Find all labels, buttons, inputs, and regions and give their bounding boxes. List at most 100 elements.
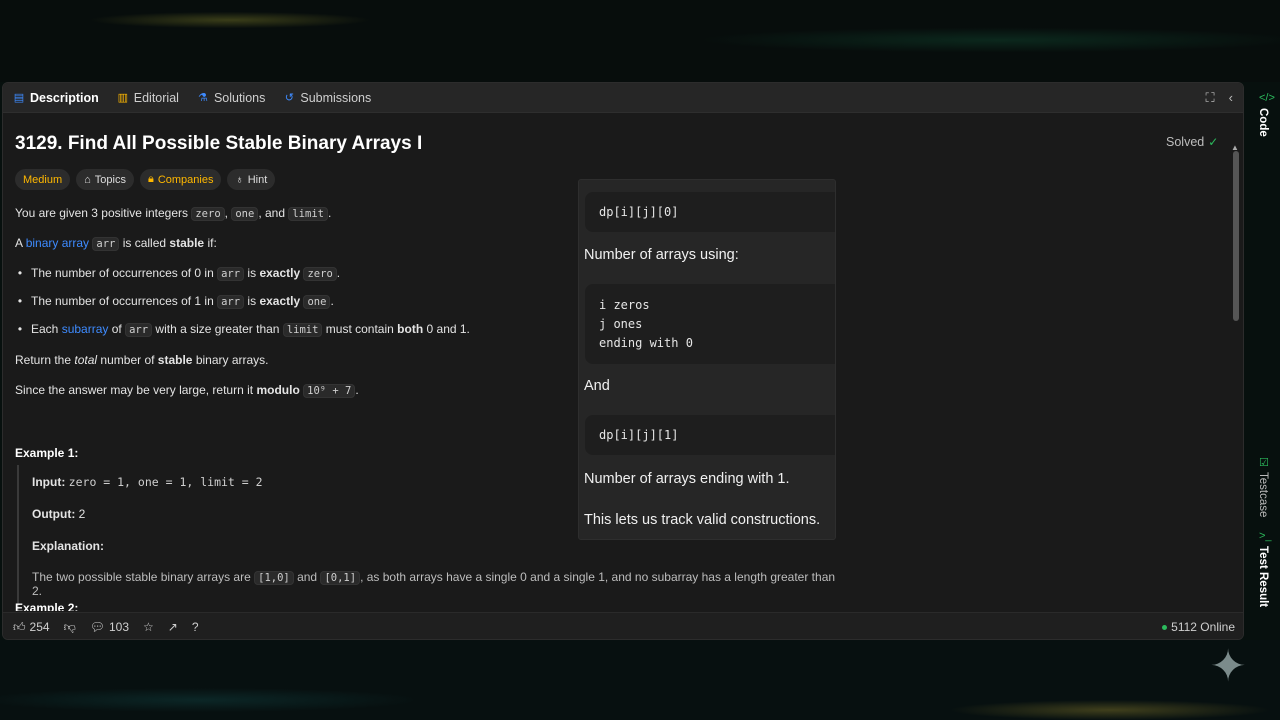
example-1-heading: Example 1: <box>15 446 79 460</box>
code-block-dp0: dp[i][j][0] <box>585 192 835 232</box>
page-title: 3129. Find All Possible Stable Binary Ar… <box>15 133 423 154</box>
like-button[interactable]: 👍︎ 254 <box>13 620 50 635</box>
background-top <box>0 0 1280 82</box>
overlay-text: Number of arrays using: <box>584 247 739 263</box>
code-limit: limit <box>288 207 328 221</box>
right-sidebar: </> Code ☑ Testcase >_ Test Result <box>1248 82 1280 640</box>
fullscreen-icon[interactable]: ⛶ <box>1206 90 1215 106</box>
code-icon: </> <box>1259 92 1275 104</box>
difficulty-label: Medium <box>23 173 63 186</box>
text: Return the <box>15 353 72 367</box>
scrollbar-thumb[interactable] <box>1233 151 1239 321</box>
text: The two possible stable binary arrays ar… <box>32 570 251 584</box>
tab-label: Description <box>30 90 99 105</box>
bullet-dot: • <box>17 266 23 280</box>
code-modulo: 10⁹ + 7 <box>303 384 356 398</box>
code-zero: zero <box>191 207 225 221</box>
bold-text: modulo <box>256 383 300 397</box>
sidebar-tab-code[interactable]: Code <box>1257 108 1269 137</box>
list-item: • The number of occurrences of 0 in arr … <box>15 266 341 281</box>
italic-text: total <box>74 353 98 367</box>
code-array: [1,0] <box>254 571 294 585</box>
tab-submissions[interactable]: ↺ Submissions <box>283 91 371 105</box>
example-explanation-label: Explanation: <box>32 539 104 553</box>
bold-text: stable <box>169 236 205 250</box>
checkbox-icon: ☑ <box>1259 457 1269 469</box>
text: The number of occurrences of 1 in <box>31 294 214 308</box>
tag-icon: ⌂ <box>84 173 91 186</box>
overlay-text: This lets us track valid constructions. <box>584 512 821 528</box>
star-icon: ☆ <box>143 620 154 634</box>
tab-solutions[interactable]: ⚗ Solutions <box>197 91 265 105</box>
return-paragraph: Return the total number of stable binary… <box>15 352 269 368</box>
explanation-label: Explanation: <box>32 539 105 553</box>
input-value: zero = 1, one = 1, limit = 2 <box>68 475 263 489</box>
document-icon: ▤ <box>13 92 25 104</box>
text: , <box>224 206 228 220</box>
comment-icon: 💬︎ <box>89 620 105 634</box>
code-text: i zeros j ones ending with 0 <box>599 298 693 350</box>
code-one: one <box>231 207 259 221</box>
bold-text: both <box>397 322 424 336</box>
text: is <box>247 294 257 308</box>
collapse-icon[interactable]: ‹ <box>1229 90 1233 106</box>
lightbulb-icon: ♁ <box>235 173 244 186</box>
text: , and <box>258 206 286 220</box>
tab-editorial[interactable]: ▥ Editorial <box>117 91 179 105</box>
difficulty-badge: Medium <box>15 169 71 190</box>
binary-array-link[interactable]: binary array <box>26 236 89 250</box>
flask-icon: ⚗ <box>198 92 208 104</box>
companies-button[interactable]: 🔒︎ Companies <box>139 169 222 190</box>
text: 0 and 1. <box>426 322 470 336</box>
code-array: [0,1] <box>320 571 361 585</box>
sidebar-tab-test-result[interactable]: Test Result <box>1257 546 1269 607</box>
tab-label: Editorial <box>133 90 179 105</box>
code-arr: arr <box>125 323 153 337</box>
subarray-link[interactable]: subarray <box>62 322 109 336</box>
bold-text: stable <box>157 353 193 367</box>
topics-button[interactable]: ⌂ Topics <box>76 169 134 190</box>
comment-count: 103 <box>109 620 130 634</box>
text: if: <box>207 236 217 250</box>
bullet-dot: • <box>17 322 23 336</box>
text: Since the answer may be very large, retu… <box>15 383 254 397</box>
tab-label: Solutions <box>213 90 266 105</box>
text: is <box>247 266 257 280</box>
thumbs-up-icon: 👍︎ <box>13 619 26 634</box>
hint-label: Hint <box>247 173 268 186</box>
book-icon: ▥ <box>117 92 128 104</box>
dislike-button[interactable]: 👎︎ <box>64 620 76 635</box>
bullet-dot: • <box>17 294 23 308</box>
sparkle-icon: ✦ <box>1209 642 1247 691</box>
footer-bar: 👍︎ 254 👎︎ 💬︎ 103 ☆ ↗ ? 5112 Online <box>3 612 1243 639</box>
sidebar-tab-testcase[interactable]: Testcase <box>1257 472 1269 517</box>
code-limit: limit <box>282 323 323 337</box>
help-button[interactable]: ? <box>192 620 199 634</box>
list-item: • Each subarray of arr with a size great… <box>15 322 470 337</box>
example-input: Input: zero = 1, one = 1, limit = 2 <box>32 475 263 489</box>
favorite-button[interactable]: ☆ <box>143 620 154 634</box>
code-block-dp1: dp[i][j][1] <box>585 415 835 455</box>
intro-paragraph: You are given 3 positive integers zero , … <box>15 205 331 222</box>
text: . <box>327 206 332 220</box>
modulo-paragraph: Since the answer may be very large, retu… <box>15 382 359 399</box>
input-label: Input: <box>32 475 66 489</box>
text: Each <box>31 322 59 336</box>
tab-label: Submissions <box>300 90 372 105</box>
share-button[interactable]: ↗ <box>168 620 178 634</box>
example-2-heading: Example 2: <box>15 601 79 611</box>
output-value: 2 <box>78 507 86 521</box>
text: of <box>111 322 122 336</box>
hint-button[interactable]: ♁ Hint <box>227 169 276 190</box>
check-circle-icon: ✓ <box>1208 135 1219 149</box>
companies-label: Companies <box>157 173 214 186</box>
comments-button[interactable]: 💬︎ 103 <box>90 620 129 634</box>
code-arr: arr <box>217 267 245 281</box>
text: You are given 3 positive integers <box>15 206 189 220</box>
text: binary arrays. <box>195 353 269 367</box>
text: . <box>355 383 359 397</box>
text: . <box>336 266 341 280</box>
online-dot <box>1162 624 1168 630</box>
code-text: dp[i][j][1] <box>599 428 679 442</box>
tab-description[interactable]: ▤ Description <box>13 91 99 105</box>
